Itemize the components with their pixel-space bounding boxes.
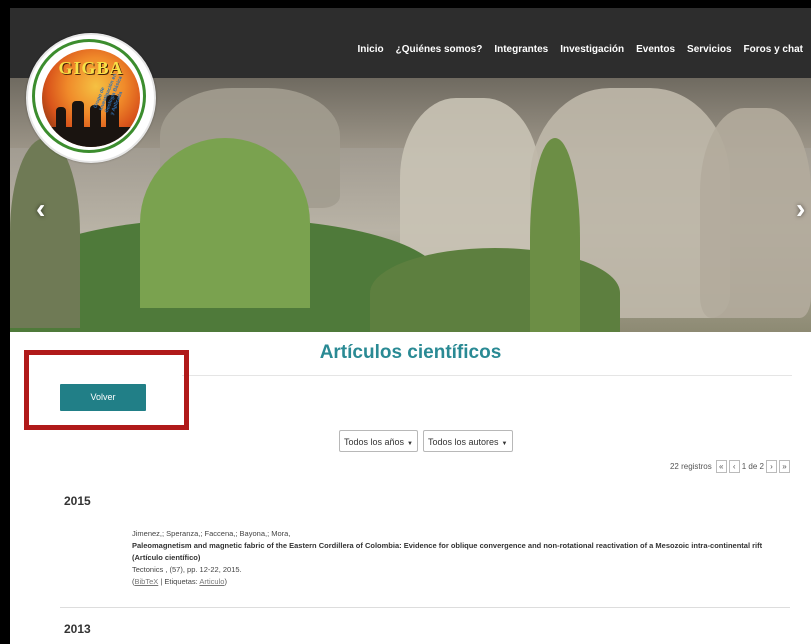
- year-filter-select[interactable]: Todos los años ▼: [339, 430, 418, 452]
- dropdown-caret-icon: ▼: [501, 441, 508, 447]
- title-divider: [182, 375, 792, 376]
- author-filter-select[interactable]: Todos los autores ▼: [423, 430, 513, 452]
- year-heading: 2015: [64, 494, 91, 508]
- hero-rock: [700, 108, 811, 318]
- last-page-button[interactable]: »: [779, 460, 790, 473]
- records-count: 22 registros: [669, 462, 712, 471]
- author-filter-value: Todos los autores: [428, 437, 499, 447]
- page-info: 1 de 2: [741, 462, 764, 471]
- entry-divider: [60, 607, 790, 608]
- year-filter-value: Todos los años: [344, 437, 405, 447]
- browser-page: ‹ › Inicio ¿Quiénes somos? Integrantes I…: [10, 8, 811, 644]
- first-page-button[interactable]: «: [715, 460, 727, 473]
- publication-title: Paleomagnetism and magnetic fabric of th…: [132, 541, 763, 562]
- nav-item-servicios[interactable]: Servicios: [687, 44, 731, 55]
- nav-item-inicio[interactable]: Inicio: [358, 44, 384, 55]
- carousel-prev-button[interactable]: ‹: [36, 193, 45, 225]
- logo-title: GIGBA: [58, 58, 124, 78]
- nav-item-investigacion[interactable]: Investigación: [560, 44, 624, 55]
- nav-item-foros-chat[interactable]: Foros y chat: [744, 44, 803, 55]
- hero-grass: [530, 138, 580, 332]
- publication-links: (BibTeX | Etiquetas: Articulo): [132, 577, 227, 586]
- nav-item-quienes-somos[interactable]: ¿Quiénes somos?: [396, 44, 483, 55]
- gigba-logo[interactable]: GIGBA Grupo de Investigación en Geología…: [26, 33, 156, 163]
- tags-label: Etiquetas:: [164, 577, 198, 586]
- carousel-next-button[interactable]: ›: [796, 193, 805, 225]
- hero-grass: [10, 138, 80, 328]
- next-page-button[interactable]: ›: [766, 460, 777, 473]
- hero-grass: [140, 138, 310, 308]
- tag-link[interactable]: Articulo: [199, 577, 224, 586]
- main-nav: Inicio ¿Quiénes somos? Integrantes Inves…: [358, 44, 803, 55]
- prev-page-button[interactable]: ‹: [728, 460, 740, 473]
- hero-grass: [370, 248, 620, 332]
- publication-source: Tectonics , (57), pp. 12-22, 2015.: [132, 565, 242, 574]
- nav-item-eventos[interactable]: Eventos: [636, 44, 675, 55]
- year-heading: 2013: [64, 622, 91, 636]
- logo-ground: [42, 127, 140, 147]
- nav-item-integrantes[interactable]: Integrantes: [494, 44, 548, 55]
- publication-authors: Jimenez,; Speranza,; Faccena,; Bayona,; …: [132, 529, 291, 538]
- annotation-highlight-box: [24, 350, 189, 430]
- pagination: 22 registros « ‹ 1 de 2 › »: [670, 460, 790, 473]
- publication-entry: Jimenez,; Speranza,; Faccena,; Bayona,; …: [132, 528, 782, 588]
- dropdown-caret-icon: ▼: [407, 441, 413, 447]
- bibtex-link[interactable]: BibTeX: [135, 577, 159, 586]
